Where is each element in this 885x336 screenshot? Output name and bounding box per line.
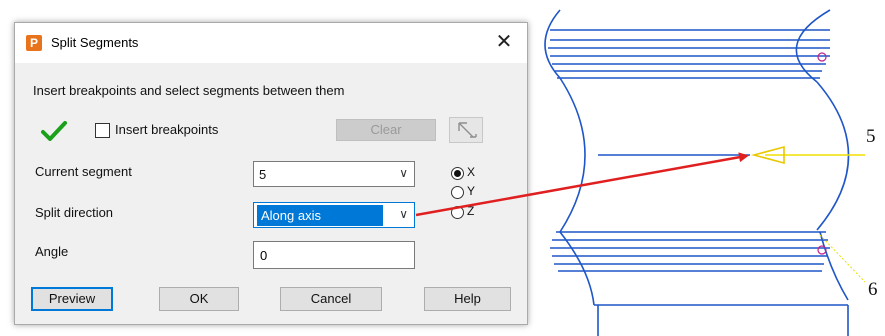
dialog-title: Split Segments [51, 35, 139, 50]
instruction-text: Insert breakpoints and select segments b… [33, 83, 345, 98]
clear-button[interactable]: Clear [336, 119, 436, 141]
angle-input[interactable]: 0 [253, 241, 415, 269]
title-bar[interactable]: P Split Segments ✕ [15, 23, 527, 63]
insert-breakpoints-checkbox[interactable] [95, 123, 110, 138]
segment-label-6: 6 [868, 279, 878, 300]
angle-value: 0 [260, 248, 268, 263]
select-segment-tool-button[interactable] [449, 117, 483, 143]
cad-drawing-canvas[interactable] [530, 0, 885, 336]
axis-label-z: Z [467, 204, 475, 218]
profile-middle-right-curve [816, 81, 850, 231]
axis-radio-z[interactable] [451, 206, 464, 219]
help-button[interactable]: Help [424, 287, 511, 311]
green-check-icon[interactable] [41, 121, 67, 141]
chevron-down-icon: ∨ [399, 207, 408, 221]
ok-button[interactable]: OK [159, 287, 239, 311]
preview-button[interactable]: Preview [31, 287, 113, 311]
current-segment-value: 5 [259, 167, 267, 182]
split-direction-value: Along axis [257, 205, 383, 226]
profile-middle-left-curve [559, 77, 586, 233]
axis-radio-x[interactable] [451, 167, 464, 180]
current-segment-select[interactable]: 5 ∨ [253, 161, 415, 187]
split-direction-select[interactable]: Along axis ∨ [253, 202, 415, 228]
close-button[interactable]: ✕ [489, 30, 519, 56]
cancel-button[interactable]: Cancel [280, 287, 382, 311]
split-segments-dialog: P Split Segments ✕ Insert breakpoints an… [14, 22, 528, 325]
angle-label: Angle [35, 244, 69, 259]
split-direction-label: Split direction [35, 205, 114, 220]
chevron-down-icon: ∨ [399, 166, 408, 180]
profile-bottom-right-curve [819, 231, 849, 301]
axis-label-x: X [467, 165, 476, 179]
profile-top-left-curve [544, 9, 561, 79]
axis-radio-y[interactable] [451, 186, 464, 199]
segment-label-5: 5 [866, 126, 876, 147]
app-logo-icon: P [26, 35, 42, 51]
current-segment-label: Current segment [35, 164, 132, 179]
profile-bottom-left-curve [559, 231, 595, 306]
insert-breakpoints-label[interactable]: Insert breakpoints [115, 122, 218, 137]
dotted-guide [819, 234, 866, 283]
segment-cursor-icon [458, 122, 477, 138]
axis-label-y: Y [467, 184, 476, 198]
breakpoint-marker [817, 52, 827, 62]
